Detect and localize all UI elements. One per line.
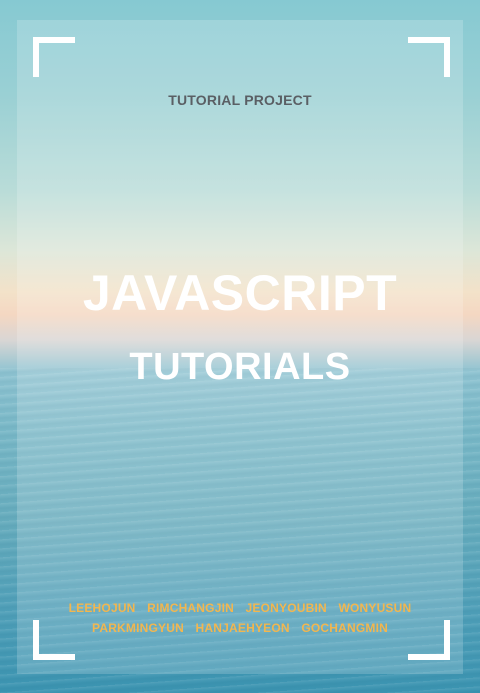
author-name: RIMCHANGJIN xyxy=(147,601,234,615)
top-left-corner-mark xyxy=(33,37,75,77)
author-name: JEONYOUBIN xyxy=(245,601,327,615)
author-name: HANJAEHYEON xyxy=(195,621,290,635)
project-label: TUTORIAL PROJECT xyxy=(168,92,312,108)
cover-subtitle: TUTORIALS xyxy=(129,346,351,388)
author-name: GOCHANGMIN xyxy=(301,621,388,635)
author-row-2: PARKMINGYUN HANJAEHYEON GOCHANGMIN xyxy=(0,618,480,638)
author-list: LEEHOJUN RIMCHANGJIN JEONYOUBIN WONYUSUN… xyxy=(0,598,480,638)
book-cover: TUTORIAL PROJECT JAVASCRIPT TUTORIALS LE… xyxy=(0,0,480,693)
author-name: WONYUSUN xyxy=(338,601,412,615)
author-name: PARKMINGYUN xyxy=(92,621,184,635)
cover-title: JAVASCRIPT xyxy=(82,265,398,321)
author-name: LEEHOJUN xyxy=(68,601,136,615)
author-row-1: LEEHOJUN RIMCHANGJIN JEONYOUBIN WONYUSUN xyxy=(0,598,480,618)
top-right-corner-mark xyxy=(408,37,450,77)
